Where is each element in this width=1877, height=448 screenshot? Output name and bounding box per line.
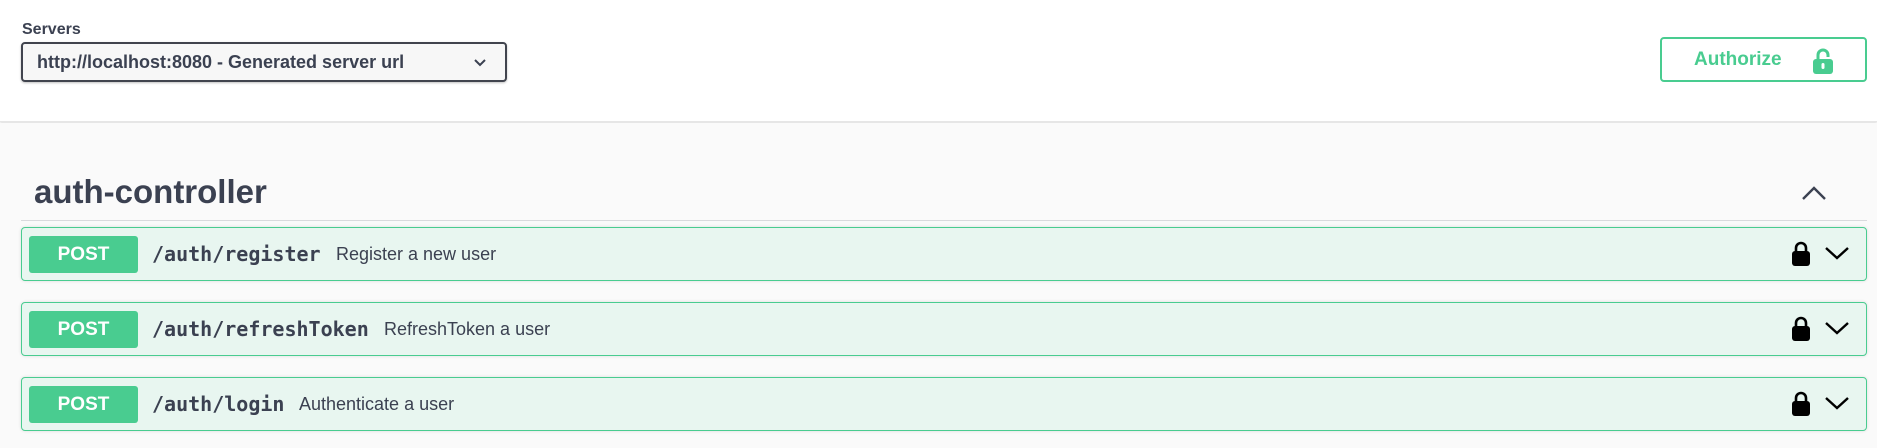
operation-summary: Authenticate a user: [299, 394, 455, 414]
server-select-value: http://localhost:8080 - Generated server…: [37, 51, 405, 72]
lock-icon[interactable]: [1791, 391, 1811, 417]
authorize-label: Authorize: [1694, 48, 1782, 70]
operation-path: /auth/refreshToken: [152, 317, 369, 341]
chevron-down-icon[interactable]: [1824, 245, 1850, 261]
chevron-down-icon[interactable]: [1824, 395, 1850, 411]
operation-post-auth-refreshtoken[interactable]: POST /auth/refreshToken RefreshToken a u…: [21, 302, 1867, 356]
operation-path: /auth/login: [152, 392, 285, 416]
operations-section: auth-controller POST /auth/register Regi…: [0, 123, 1877, 448]
operation-post-auth-login[interactable]: POST /auth/login Authenticate a user: [21, 377, 1867, 431]
unlocked-lock-icon: [1813, 48, 1833, 74]
tag-header-auth-controller[interactable]: auth-controller: [21, 163, 1867, 221]
operation-summary: Register a new user: [336, 244, 497, 264]
chevron-down-icon: [474, 59, 486, 67]
method-badge: POST: [29, 386, 138, 423]
chevron-up-icon[interactable]: [1801, 185, 1827, 201]
chevron-down-icon[interactable]: [1824, 320, 1850, 336]
operation-post-auth-register[interactable]: POST /auth/register Register a new user: [21, 227, 1867, 281]
servers-label: Servers: [22, 21, 81, 38]
method-badge: POST: [29, 236, 138, 273]
operation-summary: RefreshToken a user: [384, 319, 551, 339]
method-badge: POST: [29, 311, 138, 348]
lock-icon[interactable]: [1791, 241, 1811, 267]
tag-title: auth-controller: [34, 173, 267, 210]
server-select[interactable]: http://localhost:8080 - Generated server…: [21, 42, 507, 82]
authorize-button[interactable]: Authorize: [1660, 37, 1867, 82]
lock-icon[interactable]: [1791, 316, 1811, 342]
top-bar: Servers http://localhost:8080 - Generate…: [0, 0, 1877, 122]
operation-path: /auth/register: [152, 242, 321, 266]
